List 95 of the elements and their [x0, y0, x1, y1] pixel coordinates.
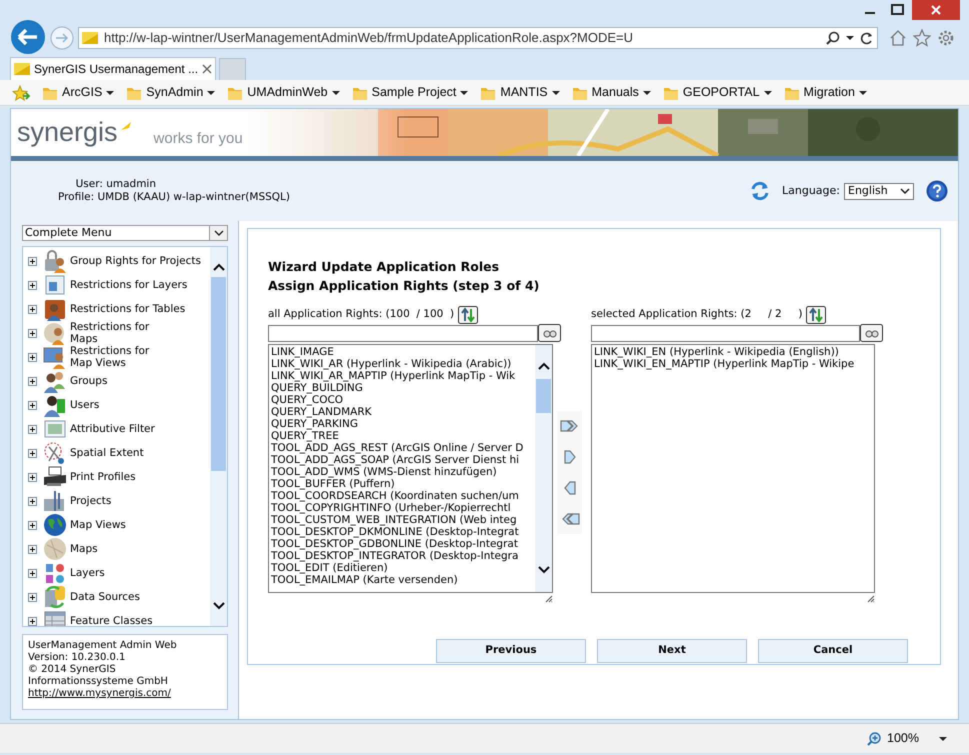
folder-label: Sample Project	[372, 84, 456, 102]
menu-select[interactable]: Complete Menu	[22, 225, 228, 241]
folder-label: GEOPORTAL	[682, 84, 760, 102]
menu-label: Restrictions for Maps	[69, 321, 150, 345]
menu-item[interactable]: Attributive Filter	[23, 417, 210, 441]
list-option[interactable]: TOOL_ADD_WMS (WMS-Dienst hinzufügen)	[271, 466, 535, 478]
about-text: © 2014 SynerGIS	[28, 664, 117, 676]
list-option[interactable]: TOOL_DESKTOP_GDBONLINE (Desktop-Integrat	[271, 538, 535, 550]
folder-label: ArcGIS	[62, 84, 102, 102]
list-option[interactable]: QUERY_TREE	[271, 430, 535, 442]
menu-item[interactable]: Groups	[23, 369, 210, 393]
favorites-folder[interactable]: Manuals	[572, 82, 651, 104]
menu-label: Group Rights for Projects	[69, 255, 202, 267]
list-option[interactable]: TOOL_BUFFER (Puffern)	[271, 478, 535, 490]
menu-item[interactable]: Restrictions for Tables	[23, 297, 210, 321]
menu-label: Projects	[69, 495, 112, 507]
menu-item[interactable]: Map Views	[23, 513, 210, 537]
about-text: UserManagement Admin Web	[28, 640, 178, 652]
address-field[interactable]: http://w-lap-wintner/UserManagementAdminWeb/frmUpdateApplicationRole.aspx?MODE=U	[78, 27, 878, 49]
list-option[interactable]: TOOL_ADD_AGS_SOAP (ArcGIS Server Dienst hi	[271, 454, 535, 466]
website-link[interactable]: http://www.mysynergis.com/	[28, 688, 222, 700]
list-option[interactable]: LINK_WIKI_AR (Hyperlink - Wikipedia (Arabic))	[271, 358, 535, 370]
about-text: Informationssysteme GmbH	[28, 676, 169, 688]
menu-label: Layers	[69, 567, 106, 579]
menu-label: Restrictions for Layers	[69, 279, 188, 291]
wizard-button[interactable]: Previous	[436, 639, 586, 663]
wizard-title: Wizard Update Application Roles	[268, 258, 500, 275]
favorites-folder[interactable]: ArcGIS	[42, 82, 114, 104]
list-option[interactable]: QUERY_LANDMARK	[271, 406, 535, 418]
folder-label: Manuals	[592, 84, 639, 102]
wizard-button[interactable]: Cancel	[758, 639, 908, 663]
about-text: Version: 10.230.0.1	[28, 652, 126, 664]
address-text: http://w-lap-wintner/UserManagementAdminWeb/frmUpdateApplicationRole.aspx?MODE=U	[104, 29, 634, 48]
favorites-folder[interactable]: GEOPORTAL	[662, 82, 772, 104]
list-option[interactable]: TOOL_DESKTOP_DKMONLINE (Desktop-Integrat	[271, 526, 535, 538]
favorites-folder[interactable]: MANTIS	[480, 82, 560, 104]
list-option[interactable]: QUERY_COCO	[271, 394, 535, 406]
favorites-folder[interactable]: UMAdminWeb	[227, 82, 340, 104]
menu-item[interactable]: Projects	[23, 489, 210, 513]
menu-item[interactable]: Maps	[23, 537, 210, 561]
menu-item[interactable]: Restrictions for Map Views	[23, 345, 210, 369]
list-option[interactable]: TOOL_EDIT (Editieren)	[271, 562, 535, 574]
logo-text: synergis	[17, 119, 118, 146]
zoom-level[interactable]: 100%	[887, 729, 919, 748]
menu-label: Spatial Extent	[69, 447, 145, 459]
menu-item[interactable]: Data Sources	[23, 585, 210, 609]
profile-label: Profile: UMDB (KAAU) w-lap-wintner(MSSQL)	[58, 191, 290, 204]
list-option[interactable]: QUERY_PARKING	[271, 418, 535, 430]
list-option[interactable]: TOOL_EMAILMAP (Karte versenden)	[271, 574, 535, 586]
list-option[interactable]: TOOL_COPYRIGHTINFO (Urheber-/Kopierrechtl	[271, 502, 535, 514]
user-label: User: umadmin	[76, 178, 157, 191]
menu-label: Restrictions for Map Views	[69, 345, 150, 369]
folder-label: Migration	[804, 84, 855, 102]
list-option[interactable]: TOOL_DESKTOP_INTEGRATOR (Desktop-Integra	[271, 550, 535, 562]
menu-item[interactable]: Users	[23, 393, 210, 417]
menu-item[interactable]: Restrictions for Maps	[23, 321, 210, 345]
list-option[interactable]: TOOL_ADD_AGS_REST (ArcGIS Online / Server D	[271, 442, 535, 454]
tagline: works for you	[154, 131, 243, 146]
menu-label: Feature Classes	[69, 615, 154, 626]
menu-label: Maps	[69, 543, 99, 555]
list-box[interactable]: LINK_WIKI_EN (Hyperlink - Wikipedia (English)) LINK_WIKI_EN_MAPTIP (Hyperlink MapTip - Wikipe	[591, 344, 875, 593]
menu-label: Map Views	[69, 519, 127, 531]
wizard-button[interactable]: Next	[597, 639, 747, 663]
list-option[interactable]: LINK_WIKI_EN (Hyperlink - Wikipedia (English))	[594, 346, 874, 358]
list-count-label: selected Application Rights: (2 / 2 )	[591, 306, 802, 322]
menu-item[interactable]: Feature Classes	[23, 609, 210, 626]
list-count-label: all Application Rights: (100 / 100 )	[268, 306, 454, 322]
menu-item[interactable]: Print Profiles	[23, 465, 210, 489]
wizard-subtitle: Assign Application Rights (step 3 of 4)	[268, 277, 540, 294]
favorites-folder[interactable]: Sample Project	[352, 82, 468, 104]
menu-label: Restrictions for Tables	[69, 303, 186, 315]
menu-item[interactable]: Restrictions for Layers	[23, 273, 210, 297]
favorites-folder[interactable]: SynAdmin	[126, 82, 216, 104]
menu-label: Print Profiles	[69, 471, 137, 483]
folder-label: SynAdmin	[146, 84, 204, 102]
menu-label: Attributive Filter	[69, 423, 156, 435]
menu-item[interactable]: Group Rights for Projects	[23, 249, 210, 273]
list-option[interactable]: LINK_IMAGE	[271, 346, 535, 358]
list-option[interactable]: LINK_WIKI_AR_MAPTIP (Hyperlink MapTip - Wik	[271, 370, 535, 382]
folder-label: UMAdminWeb	[247, 84, 328, 102]
menu-label: Groups	[69, 375, 108, 387]
menu-label: Users	[69, 399, 100, 411]
menu-item[interactable]: Layers	[23, 561, 210, 585]
list-option[interactable]: TOOL_COORDSEARCH (Koordinaten suchen/um	[271, 490, 535, 502]
browser-tab[interactable]: SynerGIS Usermanagement ...	[10, 57, 216, 80]
list-option[interactable]: LINK_WIKI_EN_MAPTIP (Hyperlink MapTip - Wikipe	[594, 358, 874, 370]
favorites-folder[interactable]: Migration	[784, 82, 867, 104]
language-label: Language:	[782, 182, 840, 199]
menu-item[interactable]: Spatial Extent	[23, 441, 210, 465]
list-option[interactable]: TOOL_CUSTOM_WEB_INTEGRATION (Web integ	[271, 514, 535, 526]
folder-label: MANTIS	[500, 84, 548, 102]
menu-label: Data Sources	[69, 591, 141, 603]
list-option[interactable]: QUERY_BUILDING	[271, 382, 535, 394]
language-select[interactable]: English	[844, 182, 914, 200]
tab-title: SynerGIS Usermanagement ...	[34, 61, 198, 78]
